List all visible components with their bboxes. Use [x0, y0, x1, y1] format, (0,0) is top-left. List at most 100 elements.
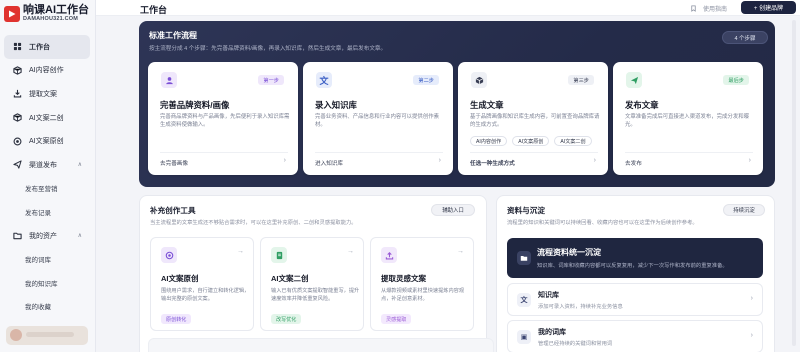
send-icon	[626, 72, 642, 88]
cube-icon	[12, 113, 22, 123]
app-window: 响课AI工作台 DAMAHOU321.COM 工作台 AI内容创作 提取文案 A…	[0, 0, 800, 352]
tool-badge: 原创转化	[161, 314, 192, 324]
sidebar-subitem-publish-market[interactable]: 发布至营销	[4, 177, 90, 201]
step-description: 基于品牌画像和知识库生成内容，可前置查询品牌库请的生成方式。	[470, 114, 600, 128]
step-badge: 第一步	[258, 75, 284, 85]
step-title: 完善品牌资料/画像	[160, 100, 230, 110]
sidebar-subitem-publish-records[interactable]: 发布记录	[4, 200, 90, 224]
doc-icon	[271, 247, 287, 263]
sidebar-item-label: 我的资产	[29, 232, 57, 240]
step-badge: 最后步	[723, 75, 749, 85]
sidebar-item-ai-content[interactable]: AI内容创作	[4, 59, 90, 83]
step-badge: 第二步	[413, 75, 439, 85]
workflow-panel: 标准工作流程 按主流程分成 4 个步骤：先完善品牌资料/画像，再录入知识库，然后…	[139, 21, 775, 187]
sidebar-item-label: 工作台	[29, 43, 50, 51]
sidebar-item-extract[interactable]: 提取文案	[4, 82, 90, 106]
create-brand-button[interactable]: + 创建品牌	[741, 1, 796, 14]
bookmark-icon	[691, 5, 696, 12]
step-link[interactable]: 去发布	[625, 159, 642, 167]
user-profile[interactable]	[6, 326, 88, 345]
method-tag[interactable]: AI内容创作	[470, 136, 508, 146]
sidebar-item-publish[interactable]: 渠道发布 ∧	[4, 153, 90, 177]
tools-extra-card[interactable]	[148, 338, 494, 352]
tool-badge: 灵感提取	[381, 314, 412, 324]
method-tag[interactable]: AI文案原创	[512, 136, 550, 146]
tool-title: AI文案二创	[271, 274, 309, 283]
step-card-publish[interactable]: 最后步 发布文章 文章准备完成后可直接进入渠道发布，完成分发和曝光。 去发布 ›	[613, 62, 763, 175]
steps-count-pill: 4 个步骤	[722, 31, 768, 44]
tool-title: 提取灵感文案	[381, 274, 426, 283]
top-bar: 工作台 使用指南 + 创建品牌	[96, 0, 800, 16]
resources-subtitle: 流程里的知识和关键词可以持续回看、收藏内容也可以在这里作为后续创作参考。	[507, 220, 698, 226]
tool-card-original[interactable]: → AI文案原创 围绕用户需求，自行建立和转化逻辑，输出完整的原创文案。 原创转…	[150, 237, 254, 331]
tool-description: 输入已有优质文案提取智能重写，提升速度效率并降低重复风险。	[271, 288, 360, 302]
sidebar-item-assets[interactable]: 我的资产 ∧	[4, 224, 90, 248]
step-link[interactable]: 任选一种生成方式	[470, 159, 515, 167]
sidebar-subitem-wordbank[interactable]: 我的词库	[4, 247, 90, 271]
sidebar-item-label: 提取文案	[29, 90, 57, 98]
resource-description: 管理已经持续的关键词和常用词	[538, 341, 613, 347]
step-card-generate[interactable]: 第三步 生成文章 基于品牌画像和知识库生成内容，可前置查询品牌库请的生成方式。 …	[458, 62, 608, 175]
tools-panel: 补充创作工具 当主流程里的文章生成还不够贴合需求时，可以在这里补充原创、二创和灵…	[139, 195, 494, 352]
resources-panel: 资料与沉淀 流程里的知识和关键词可以持续回看、收藏内容也可以在这里作为后续创作参…	[496, 195, 775, 352]
resource-description: 添加可录入资料，持续补充业务信息	[538, 304, 623, 310]
divider	[315, 152, 443, 153]
download-icon	[12, 89, 22, 99]
chevron-right-icon[interactable]: ›	[594, 157, 596, 164]
step-card-knowledge[interactable]: 文 第二步 录入知识库 完善业务资料、产品信息和行业内容可以提供创作素材。 进入…	[303, 62, 453, 175]
sidebar-item-label: 渠道发布	[29, 161, 57, 169]
chevron-right-icon[interactable]: ›	[751, 332, 753, 339]
arrow-right-icon[interactable]: →	[457, 248, 464, 255]
step-title: 生成文章	[470, 100, 504, 110]
guide-link[interactable]: 使用指南	[690, 4, 727, 13]
sidebar-item-workbench[interactable]: 工作台	[4, 35, 90, 59]
chevron-right-icon[interactable]: ›	[439, 157, 441, 164]
resource-item-wordbank[interactable]: ▣ 我的词库 管理已经持续的关键词和常用词 ›	[507, 320, 763, 352]
step-badge: 第三步	[568, 75, 594, 85]
tool-description: 围绕用户需求，自行建立和转化逻辑，输出完整的原创文案。	[161, 288, 250, 302]
scrollbar[interactable]	[792, 20, 796, 346]
folder-icon	[12, 231, 22, 241]
tool-title: AI文案原创	[161, 274, 199, 283]
sidebar-subitem-favorites[interactable]: 我的收藏	[4, 295, 90, 319]
circle-icon	[12, 136, 22, 146]
send-icon	[12, 160, 22, 170]
aux-entry-button[interactable]: 辅助入口	[431, 204, 475, 216]
tool-card-rewrite[interactable]: → AI文案二创 输入已有优质文案提取智能重写，提升速度效率并降低重复风险。 改…	[260, 237, 364, 331]
step-link[interactable]: 去完善画像	[160, 159, 188, 167]
chevron-right-icon[interactable]: ›	[749, 157, 751, 164]
tool-card-extract[interactable]: → 提取灵感文案 从爆款视频或素材里快速提炼内容观点，补足创意素材。 灵感提取	[370, 237, 474, 331]
sidebar-item-label: AI文案二创	[29, 114, 64, 122]
sidebar-item-rewrite[interactable]: AI文案二创	[4, 106, 90, 130]
sidebar: 响课AI工作台 DAMAHOU321.COM 工作台 AI内容创作 提取文案 A…	[0, 0, 96, 352]
user-name-blurred	[26, 332, 74, 337]
chevron-right-icon[interactable]: ›	[284, 157, 286, 164]
step-card-profile[interactable]: 第一步 完善品牌资料/画像 完善商品牌资料与产品画像，先后便利于录入知识库需生成…	[148, 62, 298, 175]
step-description: 完善商品牌资料与产品画像，先后便利于录入知识库需生成资料使做输入。	[160, 114, 290, 128]
divider	[160, 152, 288, 153]
logo-icon	[4, 5, 20, 22]
tool-description: 从爆款视频或素材里快速提炼内容观点，补足创意素材。	[381, 288, 465, 302]
book-icon: ▣	[517, 330, 531, 344]
chevron-up-icon[interactable]: ∧	[78, 232, 82, 239]
step-link[interactable]: 进入知识库	[315, 159, 343, 167]
step-title: 发布文章	[625, 100, 659, 110]
method-tag[interactable]: AI文案二创	[554, 136, 592, 146]
sidebar-subitem-knowledge[interactable]: 我的知识库	[4, 271, 90, 295]
brand-domain: DAMAHOU321.COM	[23, 16, 79, 22]
sidebar-item-original[interactable]: AI文案原创	[4, 129, 90, 153]
resources-title: 资料与沉淀	[507, 206, 545, 215]
sidebar-item-label: AI文案原创	[29, 138, 64, 146]
step-description: 完善业务资料、产品信息和行业内容可以提供创作素材。	[315, 114, 439, 128]
spark-icon	[161, 247, 177, 263]
arrow-right-icon[interactable]: →	[237, 248, 244, 255]
persist-button[interactable]: 持续沉淀	[723, 204, 765, 216]
featured-resource[interactable]: 流程资料统一沉淀 知识库、词库和收藏内容都可以反复复用，减少下一次写作和发布前的…	[507, 238, 763, 278]
resource-item-knowledge[interactable]: 文 知识库 添加可录入资料，持续补充业务信息 ›	[507, 283, 763, 316]
arrow-right-icon[interactable]: →	[347, 248, 354, 255]
wen-icon: 文	[316, 72, 332, 88]
sidebar-item-label: AI内容创作	[29, 67, 64, 75]
chevron-right-icon[interactable]: ›	[751, 295, 753, 302]
brand[interactable]: 响课AI工作台 DAMAHOU321.COM	[4, 4, 89, 23]
chevron-up-icon[interactable]: ∧	[78, 161, 82, 168]
